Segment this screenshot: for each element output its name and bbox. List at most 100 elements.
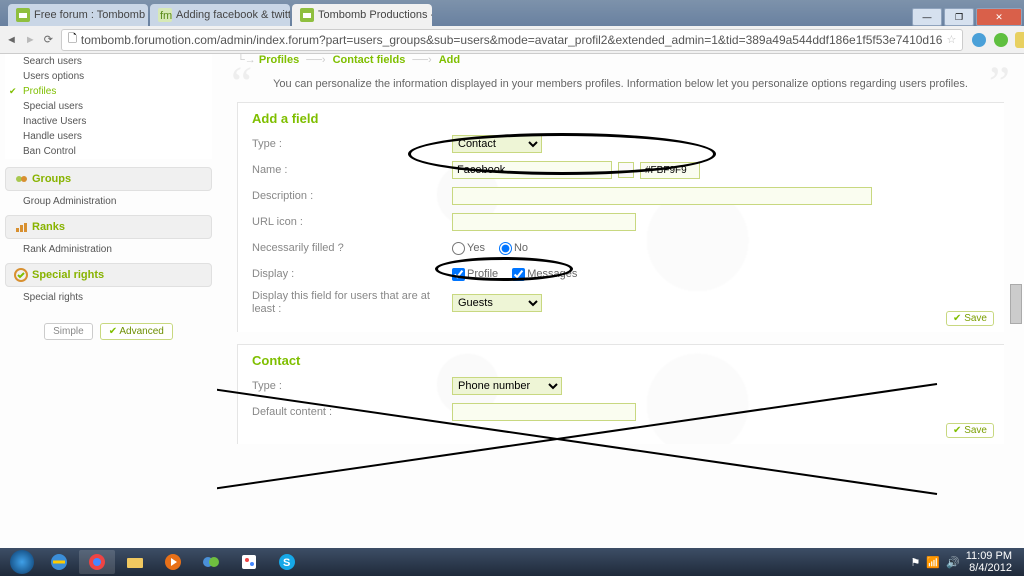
system-tray: ⚑ 📶 🔊 11:09 PM 8/4/2012	[910, 550, 1020, 574]
close-button[interactable]: ✕	[976, 8, 1022, 26]
sidebar-item-users-options[interactable]: Users options	[5, 69, 212, 84]
taskbar: S ⚑ 📶 🔊 11:09 PM 8/4/2012	[0, 548, 1024, 576]
sidebar-item-inactive-users[interactable]: Inactive Users	[5, 114, 212, 129]
taskbar-chrome-icon[interactable]	[79, 550, 115, 574]
panel-contact: Contact Type : Phone number Default cont…	[237, 344, 1004, 444]
simple-mode-button[interactable]: Simple	[44, 323, 93, 340]
tray-network-icon[interactable]: 📶	[926, 556, 940, 569]
globe-icon: 🗋	[68, 30, 77, 49]
tray-flag-icon[interactable]: ⚑	[910, 556, 920, 569]
taskbar-explorer-icon[interactable]	[117, 550, 153, 574]
save-button[interactable]: Save	[946, 311, 994, 326]
panel-title: Contact	[252, 353, 990, 368]
least-select[interactable]: Guests	[452, 294, 542, 312]
special-rights-icon	[14, 268, 28, 282]
tab-favicon	[300, 8, 314, 22]
advanced-mode-button[interactable]: Advanced	[100, 323, 173, 340]
sidebar-header-label: Special rights	[32, 269, 104, 281]
taskbar-msn-icon[interactable]	[193, 550, 229, 574]
radio-yes[interactable]	[452, 242, 465, 255]
window-buttons: — ❐ ✕	[912, 6, 1024, 26]
back-icon[interactable]: ◄	[6, 32, 17, 48]
taskbar-wmp-icon[interactable]	[155, 550, 191, 574]
breadcrumb-contact-fields[interactable]: Contact fields	[333, 54, 406, 66]
tray-clock[interactable]: 11:09 PM 8/4/2012	[966, 550, 1012, 574]
groups-icon	[14, 172, 28, 186]
sidebar-item-ban-control[interactable]: Ban Control	[5, 144, 212, 159]
browser-navbar: ◄ ► ⟳ 🗋 tombomb.forumotion.com/admin/ind…	[0, 26, 1024, 54]
taskbar-skype-icon[interactable]: S	[269, 550, 305, 574]
url-icon-input[interactable]	[452, 213, 636, 231]
breadcrumb: └→ Profiles ──› Contact fields ──› Add	[237, 54, 1004, 66]
ext-icon[interactable]	[971, 32, 987, 48]
sidebar-item-search-users[interactable]: Search users	[5, 54, 212, 69]
lbl-name: Name :	[252, 164, 452, 176]
tab-label: Free forum : Tombomb P	[34, 9, 148, 21]
breadcrumb-profiles[interactable]: Profiles	[259, 54, 299, 66]
name-input[interactable]	[452, 161, 612, 179]
maximize-button[interactable]: ❐	[944, 8, 974, 26]
browser-tab[interactable]: Free forum : Tombomb P ×	[8, 4, 148, 26]
sidebar-ranks-header[interactable]: Ranks	[5, 215, 212, 239]
page-content: Search users Users options Profiles Spec…	[0, 54, 1024, 548]
intro-wrap: “ You can personalize the information di…	[237, 74, 1004, 102]
sidebar-item-special-rights[interactable]: Special rights	[5, 289, 212, 311]
browser-tab-active[interactable]: Tombomb Productions - V ×	[292, 4, 432, 26]
radio-no-label[interactable]: No	[499, 242, 528, 255]
sidebar-item-group-admin[interactable]: Group Administration	[5, 193, 212, 215]
panel-add-field: Add a field Type : Contact Name : Descri…	[237, 102, 1004, 332]
admin-sidebar: Search users Users options Profiles Spec…	[0, 54, 217, 548]
sidebar-groups-header[interactable]: Groups	[5, 167, 212, 191]
star-icon[interactable]: ☆	[946, 33, 956, 46]
default-content-input[interactable]	[452, 403, 636, 421]
chk-messages[interactable]	[512, 268, 525, 281]
radio-yes-label[interactable]: Yes	[452, 242, 485, 255]
radio-no[interactable]	[499, 242, 512, 255]
tray-volume-icon[interactable]: 🔊	[946, 556, 960, 569]
chk-profile-label[interactable]: Profile	[452, 268, 498, 281]
main-content: └→ Profiles ──› Contact fields ──› Add “…	[217, 54, 1024, 548]
svg-text:fm: fm	[160, 10, 172, 22]
contact-type-select[interactable]: Phone number	[452, 377, 562, 395]
taskbar-paint-icon[interactable]	[231, 550, 267, 574]
sidebar-item-rank-admin[interactable]: Rank Administration	[5, 241, 212, 263]
minimize-button[interactable]: —	[912, 8, 942, 26]
svg-text:S: S	[283, 557, 290, 569]
lbl-type: Type :	[252, 138, 452, 150]
window-titlebar: Free forum : Tombomb P × fm Adding faceb…	[0, 0, 1024, 26]
sidebar-item-special-users[interactable]: Special users	[5, 99, 212, 114]
sidebar-item-handle-users[interactable]: Handle users	[5, 129, 212, 144]
lbl-default-content: Default content :	[252, 406, 452, 418]
chk-profile[interactable]	[452, 268, 465, 281]
ext-icon[interactable]	[1015, 32, 1024, 48]
intro-text: You can personalize the information disp…	[261, 74, 980, 102]
save-button[interactable]: Save	[946, 423, 994, 438]
tab-favicon	[16, 8, 30, 22]
browser-extensions: 🔧	[971, 32, 1024, 48]
lbl-display-least: Display this field for users that are at…	[252, 290, 452, 316]
sidebar-special-rights-header[interactable]: Special rights	[5, 263, 212, 287]
ext-icon[interactable]	[993, 32, 1009, 48]
color-picker-swatch[interactable]	[618, 162, 634, 178]
taskbar-ie-icon[interactable]	[41, 550, 77, 574]
start-button[interactable]	[10, 550, 34, 574]
tab-label: Tombomb Productions - V	[318, 9, 432, 21]
color-hex-input[interactable]	[640, 162, 700, 179]
panel-title: Add a field	[252, 111, 990, 126]
reload-icon[interactable]: ⟳	[44, 32, 53, 48]
chk-messages-label[interactable]: Messages	[512, 268, 577, 281]
sidebar-users-list: Search users Users options Profiles Spec…	[5, 54, 212, 159]
tab-favicon: fm	[158, 8, 172, 22]
url-bar[interactable]: 🗋 tombomb.forumotion.com/admin/index.for…	[61, 29, 963, 51]
description-input[interactable]	[452, 187, 872, 205]
lbl-necessarily-filled: Necessarily filled ?	[252, 242, 452, 254]
lbl-url-icon: URL icon :	[252, 216, 452, 228]
scrollbar-thumb[interactable]	[1010, 284, 1022, 324]
forward-icon[interactable]: ►	[25, 32, 36, 48]
breadcrumb-add[interactable]: Add	[439, 54, 460, 66]
sidebar-item-profiles[interactable]: Profiles	[5, 84, 212, 99]
tray-date: 8/4/2012	[966, 562, 1012, 574]
lbl-type: Type :	[252, 380, 452, 392]
browser-tab[interactable]: fm Adding facebook & twitte ×	[150, 4, 290, 26]
type-select[interactable]: Contact	[452, 135, 542, 153]
